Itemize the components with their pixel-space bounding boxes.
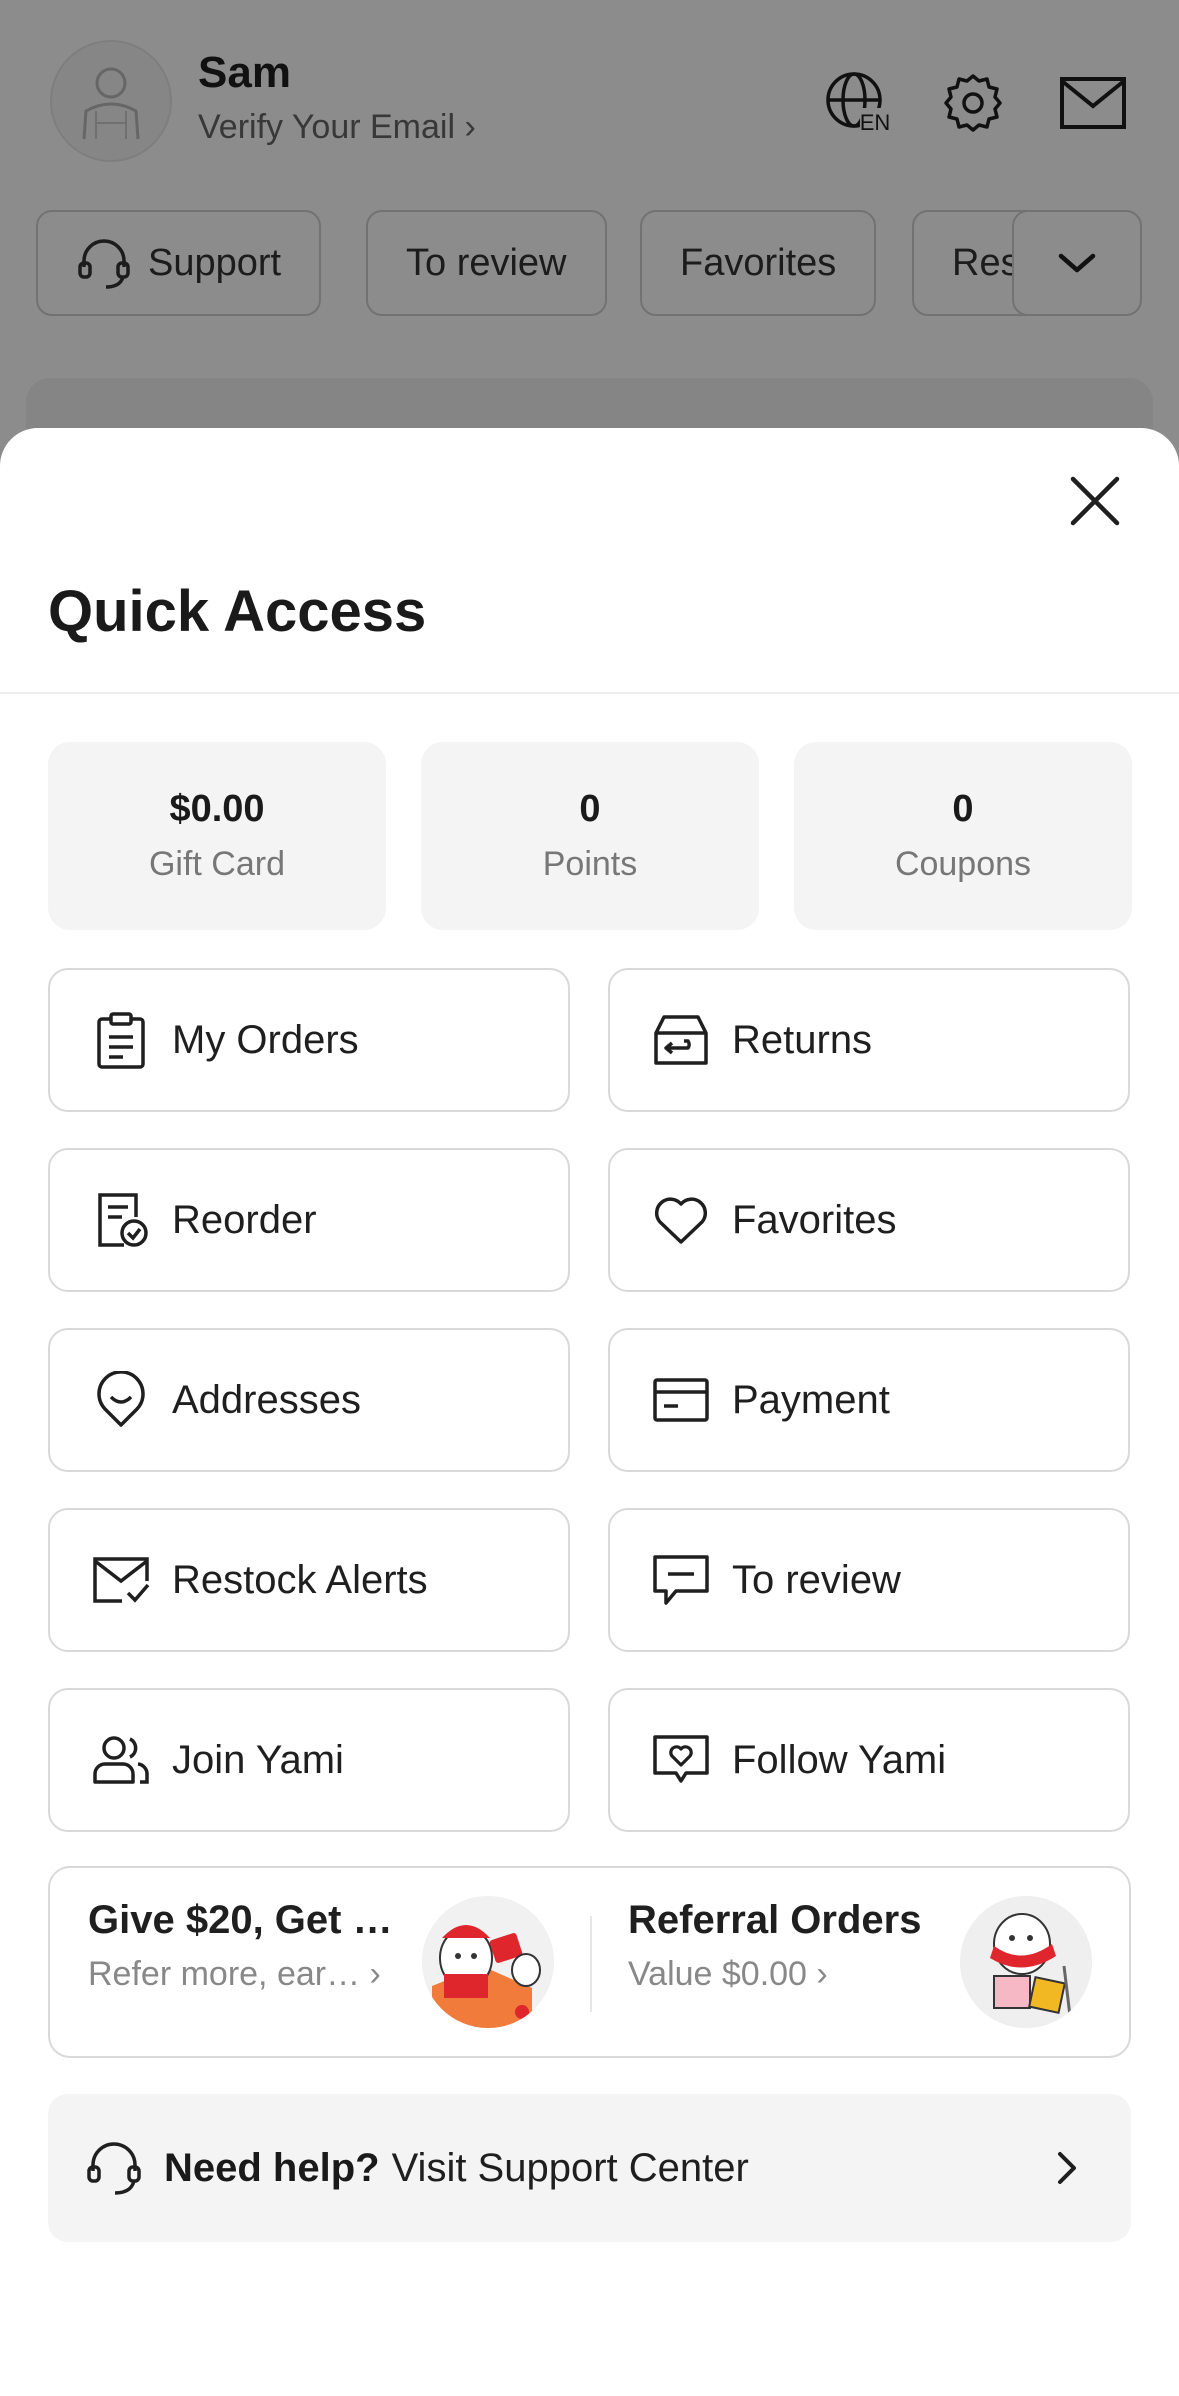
referral-orders-title: Referral Orders: [628, 1898, 922, 1942]
reorder-check-icon: [92, 1191, 150, 1249]
users-icon: [92, 1731, 150, 1789]
promo-subtitle: Refer more, ear… ›: [88, 1955, 381, 1993]
tile-payment[interactable]: Payment: [608, 1328, 1130, 1472]
tile-my-orders[interactable]: My Orders: [48, 968, 570, 1112]
heart-frame-icon: [652, 1731, 710, 1789]
headset-icon: [84, 2138, 144, 2198]
support-center-link[interactable]: Need help? Visit Support Center: [48, 2094, 1131, 2242]
close-icon: [1070, 476, 1120, 526]
return-box-icon: [652, 1011, 710, 1069]
help-text: Visit Support Center: [391, 2145, 749, 2190]
tile-follow-yami[interactable]: Follow Yami: [608, 1688, 1130, 1832]
stat-gift-card[interactable]: $0.00 Gift Card: [48, 742, 386, 930]
referral-divider: [590, 1916, 592, 2012]
close-button[interactable]: [1060, 466, 1130, 536]
tile-label: Follow Yami: [732, 1737, 947, 1782]
clipboard-icon: [92, 1011, 150, 1069]
stat-points[interactable]: 0 Points: [421, 742, 759, 930]
help-strong-text: Need help?: [164, 2145, 380, 2190]
stat-label: Points: [542, 845, 638, 883]
mascot-gift-image: [422, 1896, 554, 2028]
tile-label: Returns: [732, 1017, 873, 1062]
tile-label: Reorder: [172, 1197, 317, 1242]
mascot-shopping-image: [960, 1896, 1092, 2028]
tile-addresses[interactable]: Addresses: [48, 1328, 570, 1472]
mail-check-icon: [92, 1551, 150, 1609]
tile-join-yami[interactable]: Join Yami: [48, 1688, 570, 1832]
tile-label: To review: [732, 1557, 901, 1602]
location-pin-icon: [92, 1371, 150, 1429]
promo-title: Give $20, Get …: [88, 1898, 393, 1942]
sheet-title: Quick Access: [48, 579, 427, 644]
tile-favorites[interactable]: Favorites: [608, 1148, 1130, 1292]
referral-orders-value: Value $0.00 ›: [628, 1955, 828, 1993]
card-icon: [652, 1371, 710, 1429]
stat-value: $0.00: [169, 788, 265, 830]
tile-to-review[interactable]: To review: [608, 1508, 1130, 1652]
tile-label: Addresses: [172, 1377, 361, 1422]
referral-orders-link[interactable]: Referral Orders Value $0.00 ›: [628, 1898, 948, 1994]
tile-returns[interactable]: Returns: [608, 968, 1130, 1112]
quick-access-sheet: Quick Access $0.00 Gift Card 0 Points 0 …: [0, 428, 1179, 2396]
stat-coupons[interactable]: 0 Coupons: [794, 742, 1132, 930]
review-message-icon: [652, 1551, 710, 1609]
stat-value: 0: [579, 788, 601, 830]
heart-icon: [652, 1191, 710, 1249]
tile-reorder[interactable]: Reorder: [48, 1148, 570, 1292]
stat-value: 0: [952, 788, 974, 830]
stat-label: Gift Card: [148, 845, 286, 883]
tile-label: Favorites: [732, 1197, 897, 1242]
tile-restock-alerts[interactable]: Restock Alerts: [48, 1508, 570, 1652]
tile-label: Restock Alerts: [172, 1557, 428, 1602]
stat-label: Coupons: [894, 845, 1032, 883]
give-get-promo[interactable]: Give $20, Get … Refer more, ear… ›: [88, 1898, 408, 1994]
tile-label: Payment: [732, 1377, 890, 1422]
tile-label: Join Yami: [172, 1737, 344, 1782]
chevron-right-icon: [1039, 2140, 1095, 2196]
tile-label: My Orders: [172, 1017, 359, 1062]
referral-card: Give $20, Get … Refer more, ear… › Refer…: [48, 1866, 1131, 2058]
divider: [0, 692, 1179, 694]
